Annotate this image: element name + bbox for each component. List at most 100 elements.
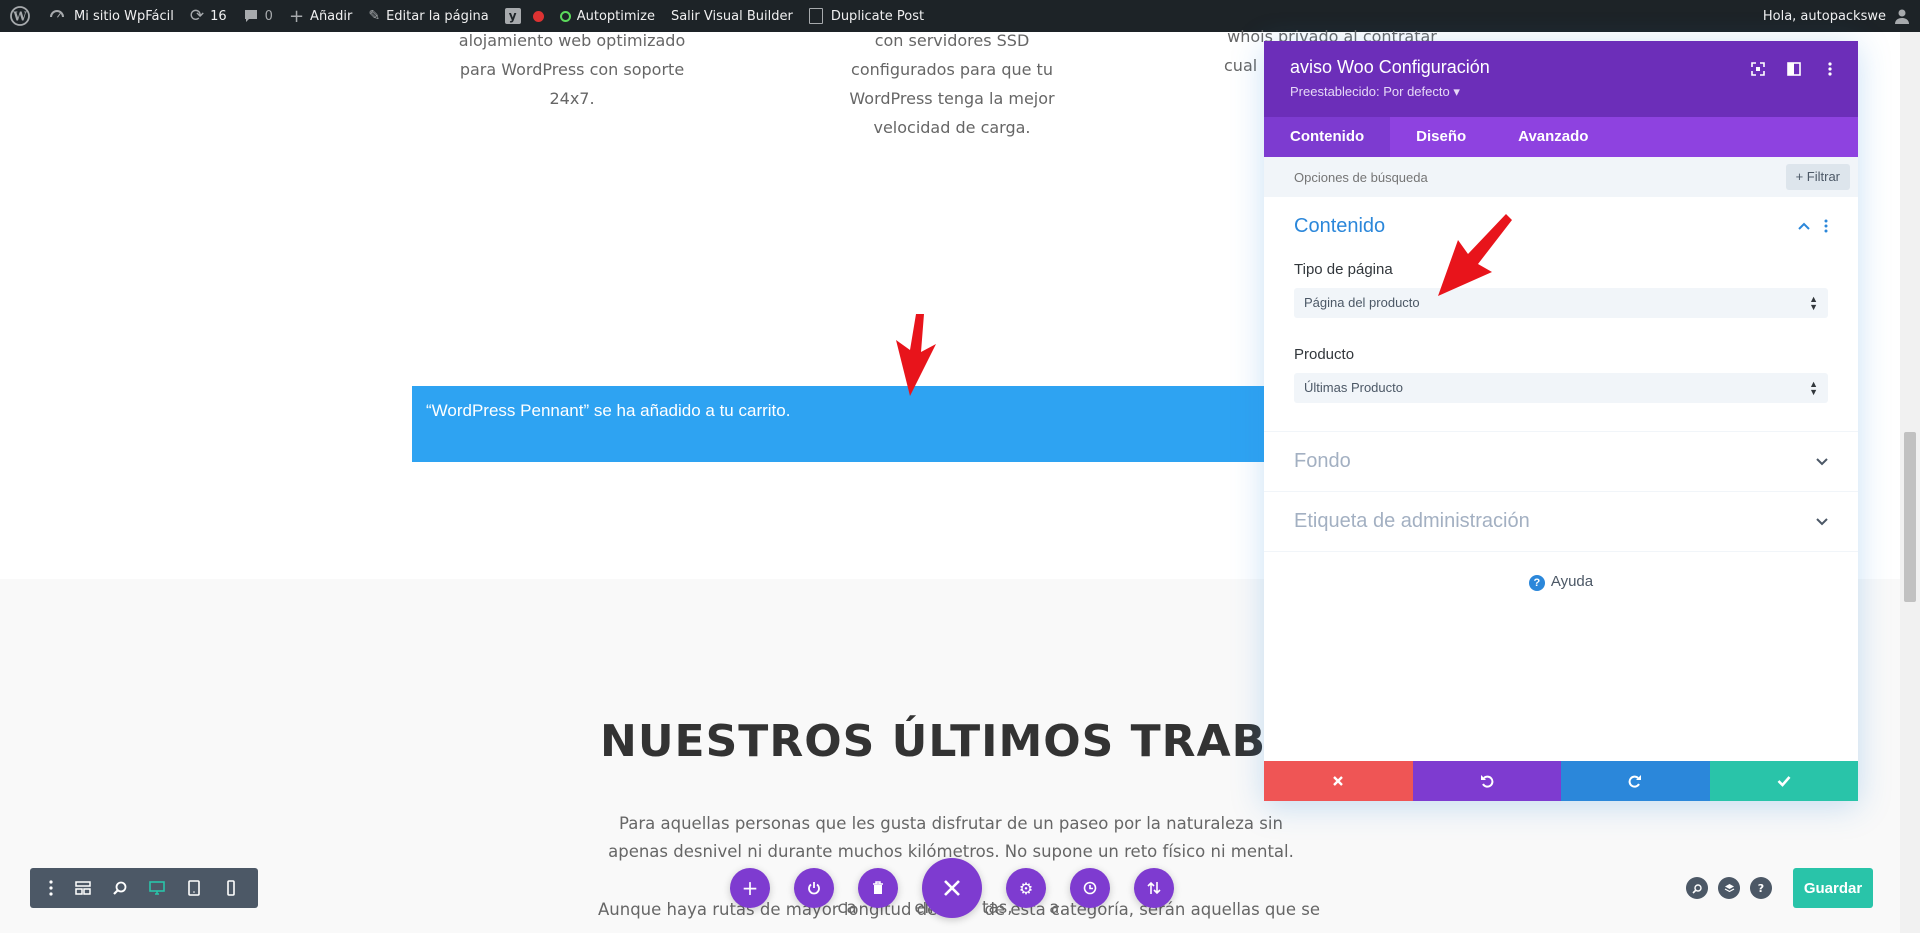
toggle-contenido-header[interactable]: Contenido (1264, 197, 1858, 255)
filter-button[interactable]: + Filtrar (1785, 164, 1850, 190)
greeting: Hola, autopackswe (1762, 8, 1886, 24)
yoast-status-dot (532, 10, 544, 22)
tab-contenido[interactable]: Contenido (1264, 117, 1391, 157)
updates-icon: ⟳ (189, 6, 205, 26)
module-settings-modal: aviso Woo Configuración Preestablecido: … (1264, 41, 1858, 801)
field-label-product: Producto (1294, 346, 1355, 363)
tab-diseno[interactable]: Diseño (1390, 117, 1492, 157)
redo-icon (1628, 775, 1642, 788)
scrollbar-thumb[interactable] (1904, 432, 1916, 602)
feature-column-1: alojamiento web optimizado para WordPres… (412, 26, 732, 113)
zoom-icon[interactable] (1686, 877, 1708, 899)
disable-module-button[interactable] (794, 868, 834, 908)
history-button[interactable] (1070, 868, 1110, 908)
select-arrows-icon: ▲ ▼ (1809, 294, 1818, 312)
sort-arrows-icon (1147, 881, 1161, 895)
close-icon (1333, 776, 1344, 786)
undo-button[interactable] (1412, 761, 1561, 801)
dashboard-icon (50, 10, 64, 18)
toggle-admin-label-header[interactable]: Etiqueta de administración (1264, 492, 1858, 552)
comment-icon (244, 10, 257, 22)
save-changes-button[interactable] (1709, 761, 1858, 801)
trash-icon (873, 881, 883, 894)
edit-label: Editar la página (386, 8, 489, 24)
text-line: WordPress tenga la mejor (849, 89, 1055, 108)
updates-menu[interactable]: ⟳ 16 (182, 0, 235, 32)
add-module-button[interactable]: + (730, 868, 770, 908)
power-icon (808, 882, 820, 895)
options-search-bar: + Filtrar (1264, 157, 1858, 197)
portability-button[interactable] (1134, 868, 1174, 908)
fullscreen-icon[interactable] (1750, 61, 1766, 77)
plus-icon: + (741, 876, 759, 900)
zoom-view-icon[interactable] (101, 868, 138, 908)
redo-button[interactable] (1561, 761, 1710, 801)
product-select[interactable]: Últimas Producto ▲ ▼ (1294, 373, 1828, 403)
clock-icon (1083, 881, 1097, 895)
close-builder-button[interactable] (922, 858, 982, 918)
toggle-options-icon[interactable] (1824, 219, 1828, 233)
more-options-icon[interactable] (1822, 61, 1838, 77)
svg-text:W: W (12, 10, 27, 24)
view-mode-toolbar (30, 868, 258, 908)
wordpress-logo-menu[interactable]: W (0, 0, 40, 32)
annotation-arrow (1438, 214, 1512, 296)
discard-button[interactable] (1264, 761, 1413, 801)
tab-avanzado[interactable]: Avanzado (1492, 117, 1614, 157)
yoast-icon: y (504, 8, 521, 24)
avatar-icon (1894, 8, 1910, 24)
toggle-actions (1798, 219, 1828, 233)
tablet-view-icon[interactable] (176, 868, 213, 908)
annotation-arrow (896, 314, 936, 396)
toggle-fondo-header[interactable]: Fondo (1264, 432, 1858, 492)
add-label: Añadir (310, 8, 353, 24)
desktop-view-icon[interactable] (138, 868, 175, 908)
text-line: alojamiento web optimizado (458, 31, 686, 50)
layers-icon[interactable] (1718, 877, 1740, 899)
comments-count: 0 (264, 8, 273, 24)
checkmark-icon (1777, 776, 1791, 787)
wireframe-view-icon[interactable] (64, 868, 101, 908)
options-search-input[interactable] (1294, 169, 1594, 185)
save-page-button[interactable]: Guardar (1793, 868, 1873, 908)
contenido-fields: Tipo de página Página del producto ▲ ▼ Pr… (1264, 261, 1858, 432)
preset-selector[interactable]: Preestablecido: Por defecto ▾ (1290, 84, 1832, 100)
modal-tabs: Contenido Diseño Avanzado (1264, 117, 1858, 157)
notice-message: “WordPress Pennant” se ha añadido a tu c… (426, 401, 791, 420)
toggle-title: Etiqueta de administración (1294, 510, 1530, 532)
page-settings-button[interactable]: ⚙ (1006, 868, 1046, 908)
help-label: Ayuda (1550, 573, 1594, 590)
toolbar-menu-icon[interactable] (38, 868, 64, 908)
plus-icon: + (288, 5, 305, 27)
autoptimize-label: Autoptimize (576, 8, 655, 24)
chevron-up-icon[interactable] (1798, 222, 1810, 230)
modal-header-icons (1750, 61, 1838, 77)
phone-view-icon[interactable] (213, 868, 250, 908)
modal-header[interactable]: aviso Woo Configuración Preestablecido: … (1264, 41, 1858, 117)
text-line: para WordPress con soporte (459, 60, 685, 79)
product-value: Últimas Producto (1304, 380, 1403, 395)
feature-column-2: con servidores SSD configurados para que… (792, 26, 1112, 142)
text-line: 24x7. (549, 89, 595, 108)
site-name-menu[interactable]: Mi sitio WpFácil (40, 0, 182, 32)
help-icon[interactable]: ? (1750, 877, 1772, 899)
comments-menu[interactable]: 0 (235, 0, 281, 32)
page-type-select[interactable]: Página del producto ▲ ▼ (1294, 288, 1828, 318)
modal-footer (1264, 761, 1858, 801)
help-link[interactable]: ? Ayuda (1264, 573, 1858, 591)
help-icon: ? (1528, 575, 1545, 591)
gear-icon: ⚙ (1018, 878, 1034, 898)
toggle-title: Contenido (1294, 214, 1386, 237)
autoptimize-status-icon (559, 10, 571, 22)
page-scrollbar[interactable] (1900, 32, 1920, 933)
text-line: velocidad de carga. (873, 118, 1031, 137)
site-name: Mi sitio WpFácil (74, 8, 174, 24)
my-account-menu[interactable]: Hola, autopackswe (1763, 0, 1910, 32)
snap-sidebar-icon[interactable] (1786, 61, 1802, 77)
text-line: Para aquellas personas que les gusta dis… (619, 814, 1283, 833)
delete-module-button[interactable] (858, 868, 898, 908)
chevron-down-icon (1816, 457, 1828, 465)
pencil-icon: ✎ (368, 8, 381, 24)
toggle-title: Fondo (1294, 450, 1351, 472)
new-content-menu[interactable]: + Añadir (281, 0, 360, 32)
